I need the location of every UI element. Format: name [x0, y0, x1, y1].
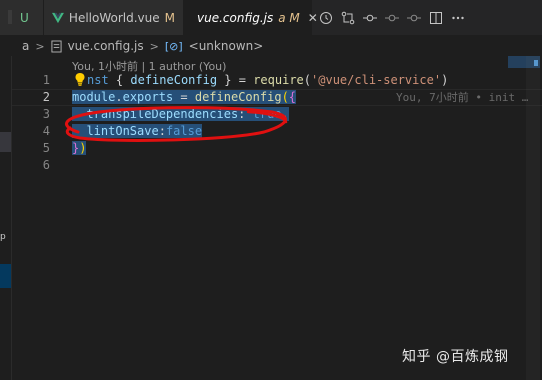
code-line-3: transpileDependencies: true,: [72, 106, 448, 123]
code-line-2: module.exports = defineConfig({You, 7小时前…: [72, 89, 528, 106]
line-number: 3: [42, 107, 50, 121]
code-token: :: [158, 124, 166, 138]
chevron-right-icon: >: [149, 39, 159, 53]
split-editor-icon[interactable]: [428, 10, 444, 26]
breadcrumb-file[interactable]: vue.config.js: [68, 39, 144, 53]
code-token: (: [303, 73, 312, 87]
code-token: lintOnSave: [86, 124, 159, 138]
tab-bar: U HelloWorld.vue M vue.config.js a M ✕: [0, 0, 542, 35]
code-token: transpileDependencies: [86, 107, 239, 121]
next-change-icon[interactable]: [406, 10, 422, 26]
code-token: {: [108, 73, 131, 87]
red-annotation-ellipse: [65, 106, 288, 142]
history-icon[interactable]: [318, 10, 334, 26]
modified-indicator: M: [164, 10, 175, 25]
code-line-1: nst { defineConfig } = require('@vue/cli…: [72, 72, 448, 89]
breadcrumb-symbol[interactable]: <unknown>: [189, 39, 264, 53]
code-token: ): [79, 141, 87, 155]
config-file-icon: [51, 40, 62, 52]
tab-label: vue.config.js: [197, 10, 274, 25]
line-number: 1: [42, 73, 50, 87]
vue-icon: [52, 12, 64, 23]
code-token: defineConfig: [130, 73, 218, 87]
code-token: ,: [281, 107, 289, 121]
code-token: defineConfig: [194, 90, 282, 104]
code-token: exports: [122, 90, 174, 104]
modified-indicator: a M: [278, 10, 300, 25]
code-line-4: lintOnSave:false: [72, 123, 448, 140]
chevron-right-icon: >: [35, 39, 45, 53]
git-commit-icon[interactable]: [362, 10, 378, 26]
code-token: (: [281, 90, 289, 104]
line-number: 6: [42, 158, 50, 172]
symbol-icon: [⊘]: [164, 39, 183, 53]
code-editor[interactable]: nst { defineConfig } = require('@vue/cli…: [72, 72, 528, 174]
tab-partial-edge: [8, 10, 12, 24]
side-panel-selected-item[interactable]: [0, 264, 11, 288]
tab-label: HelloWorld.vue: [68, 10, 160, 25]
side-panel-item[interactable]: [0, 132, 11, 152]
code-token: ): [441, 73, 449, 87]
tab-partial[interactable]: U: [0, 0, 44, 35]
previous-change-icon[interactable]: [384, 10, 400, 26]
tab-label: U: [20, 10, 29, 25]
line-number: 5: [42, 141, 50, 155]
breadcrumb: a > vue.config.js > [⊘] <unknown>: [0, 36, 542, 56]
code-token: module: [72, 90, 116, 104]
code-token: nst: [87, 73, 109, 87]
code-token: :: [238, 107, 253, 121]
code-token: require: [253, 73, 304, 87]
tab-vue-config-js[interactable]: vue.config.js a M ✕: [184, 0, 318, 35]
compare-changes-icon[interactable]: [340, 10, 356, 26]
line-number: 4: [42, 124, 50, 138]
lightbulb-icon[interactable]: [74, 72, 86, 86]
code-token: .: [115, 90, 123, 104]
code-token: true: [252, 107, 282, 121]
code-token: } =: [217, 73, 254, 87]
line-number-gutter: 1 2 3 4 5 6: [22, 72, 50, 174]
code-line-5: }): [72, 140, 448, 157]
code-token: '@vue/cli-service': [311, 73, 442, 87]
editor-actions: [312, 0, 466, 35]
side-panel-glyph: p: [0, 232, 6, 242]
line-number: 2: [42, 90, 50, 104]
watermark: 知乎 @百炼成钢: [402, 349, 509, 365]
code-token: =: [173, 90, 195, 104]
breadcrumb-folder[interactable]: a: [22, 39, 29, 53]
tab-helloworld-vue[interactable]: HelloWorld.vue M: [44, 0, 184, 35]
more-icon[interactable]: [450, 10, 466, 26]
vertical-scrollbar[interactable]: [526, 56, 540, 380]
code-token: false: [165, 124, 203, 138]
code-token: {: [288, 90, 297, 104]
